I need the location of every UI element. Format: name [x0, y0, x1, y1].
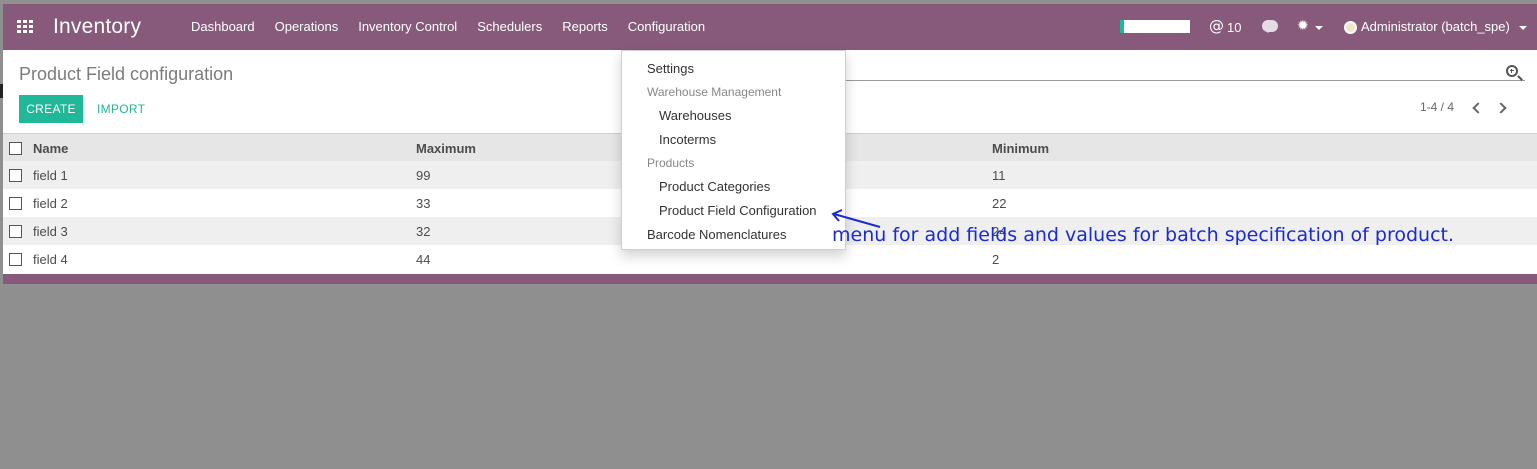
annotation-text: menu for add fields and values for batch… — [832, 224, 1455, 246]
create-button[interactable]: CREATE — [19, 95, 83, 123]
cell-maximum: 99 — [416, 168, 431, 183]
user-menu[interactable]: Administrator (batch_spe) — [1361, 19, 1510, 34]
at-icon[interactable]: @ — [1209, 17, 1224, 35]
apps-grid-icon[interactable] — [17, 20, 33, 34]
avatar[interactable] — [1344, 21, 1357, 34]
menu-section-warehouse-management: Warehouse Management — [647, 85, 782, 99]
footer-bar — [3, 274, 1537, 284]
pager-value[interactable]: 1-4 / 4 — [1420, 100, 1454, 114]
menu-dashboard[interactable]: Dashboard — [181, 4, 265, 50]
cell-maximum: 44 — [416, 252, 431, 267]
cell-name: field 4 — [33, 252, 68, 267]
menu-item-warehouses[interactable]: Warehouses — [659, 108, 732, 123]
cell-minimum: 11 — [992, 168, 1006, 183]
row-checkbox[interactable] — [9, 225, 22, 238]
column-header-minimum[interactable]: Minimum — [992, 141, 1049, 156]
menu-operations[interactable]: Operations — [265, 4, 349, 50]
menu-item-product-categories[interactable]: Product Categories — [659, 179, 770, 194]
cell-minimum: 22 — [992, 196, 1007, 211]
mentions-count[interactable]: 10 — [1227, 20, 1241, 35]
menu-item-product-field-configuration[interactable]: Product Field Configuration — [659, 203, 817, 218]
main-menu: Dashboard Operations Inventory Control S… — [181, 4, 715, 50]
menu-inventory-control[interactable]: Inventory Control — [348, 4, 467, 50]
menu-section-products: Products — [647, 156, 695, 170]
cell-maximum: 32 — [416, 224, 431, 239]
search-input[interactable] — [845, 80, 1525, 81]
menu-item-settings[interactable]: Settings — [647, 61, 694, 76]
cell-minimum: 2 — [992, 252, 1000, 267]
menu-schedulers[interactable]: Schedulers — [467, 4, 552, 50]
cell-name: field 2 — [33, 196, 68, 211]
row-checkbox[interactable] — [9, 253, 22, 266]
chat-icon[interactable] — [1262, 20, 1278, 33]
row-checkbox[interactable] — [9, 169, 22, 182]
cell-maximum: 33 — [416, 196, 431, 211]
select-all-checkbox[interactable] — [9, 142, 22, 155]
cell-name: field 3 — [33, 224, 68, 239]
column-header-name[interactable]: Name — [33, 141, 68, 156]
bug-icon[interactable]: ✹ — [1297, 18, 1309, 34]
menu-item-barcode-nomenclatures[interactable]: Barcode Nomenclatures — [647, 227, 786, 242]
menu-item-incoterms[interactable]: Incoterms — [659, 132, 716, 147]
column-header-maximum[interactable]: Maximum — [416, 141, 476, 156]
configuration-dropdown: Settings Warehouse Management Warehouses… — [621, 50, 846, 250]
import-button[interactable]: IMPORT — [97, 102, 145, 116]
cell-name: field 1 — [33, 168, 68, 183]
loading-progress-bar — [1120, 20, 1190, 33]
page-title: Product Field configuration — [19, 64, 234, 84]
app-title: Inventory — [53, 15, 142, 38]
menu-configuration[interactable]: Configuration — [618, 4, 715, 50]
chevron-down-icon[interactable] — [1519, 26, 1527, 30]
search-icon[interactable] — [1506, 65, 1518, 77]
menu-reports[interactable]: Reports — [552, 4, 618, 50]
row-checkbox[interactable] — [9, 197, 22, 210]
top-navbar: Inventory Dashboard Operations Inventory… — [3, 4, 1537, 50]
chevron-right-icon[interactable] — [1497, 101, 1507, 113]
chevron-down-icon[interactable] — [1315, 26, 1323, 30]
chevron-left-icon[interactable] — [1471, 101, 1481, 113]
